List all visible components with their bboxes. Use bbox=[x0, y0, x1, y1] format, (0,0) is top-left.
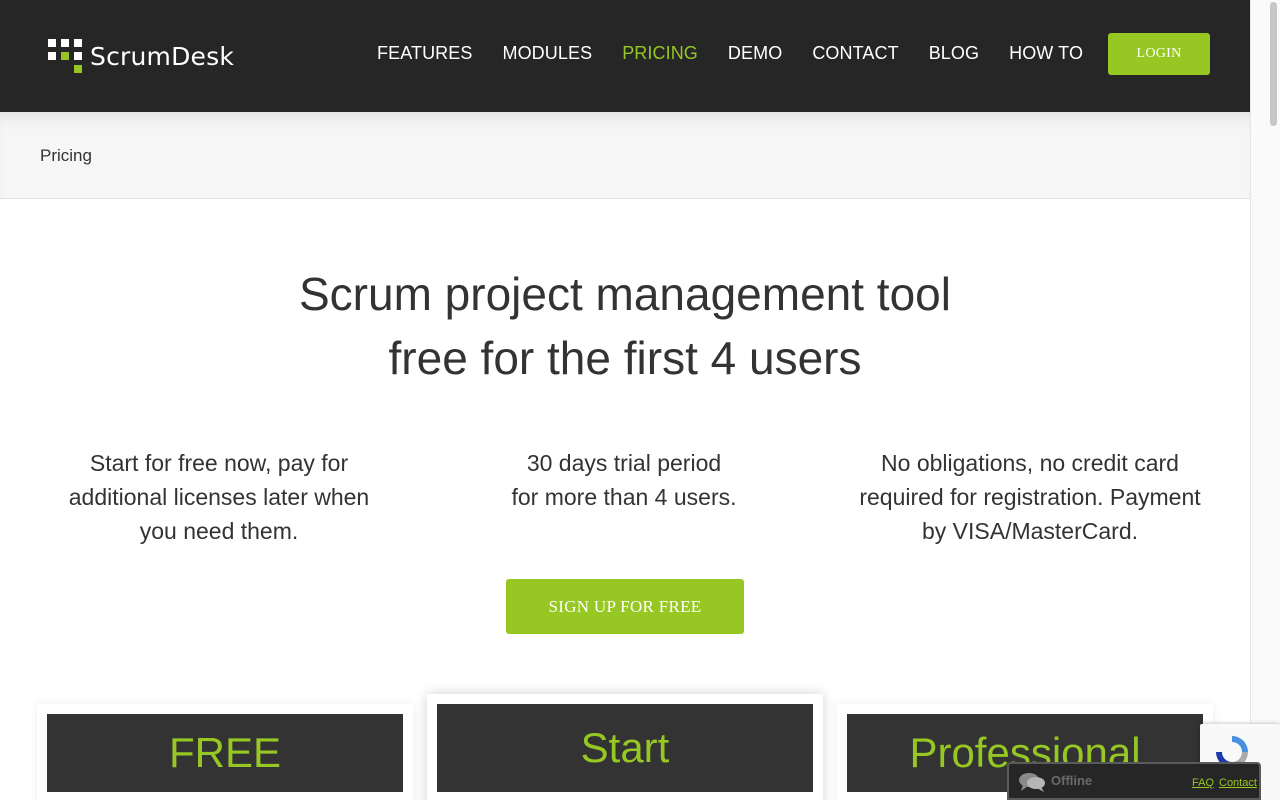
feature-text-line: for more than 4 users. bbox=[511, 484, 737, 510]
chat-bubbles-icon bbox=[1019, 773, 1045, 792]
breadcrumb: Pricing bbox=[0, 112, 1250, 199]
chat-contact-link[interactable]: Contact bbox=[1219, 777, 1257, 789]
feature-text-line: additional licenses later when bbox=[68, 484, 370, 510]
feature-text-line: 30 days trial period bbox=[526, 450, 722, 476]
signup-button[interactable]: SIGN UP FOR FREE bbox=[506, 579, 744, 634]
login-button[interactable]: LOGIN bbox=[1108, 33, 1210, 75]
chat-status: Offline bbox=[1051, 773, 1093, 788]
scrollbar[interactable] bbox=[1250, 0, 1280, 800]
chat-widget[interactable]: Offline FAQ Contact bbox=[1007, 762, 1261, 800]
nav-item-blog[interactable]: BLOG bbox=[914, 43, 994, 64]
feature-text-line: by VISA/MasterCard. bbox=[921, 518, 1139, 544]
nav-item-features[interactable]: FEATURES bbox=[362, 43, 487, 64]
feature-trial: 30 days trial period for more than 4 use… bbox=[445, 446, 803, 514]
feature-text-line: Start for free now, pay for bbox=[89, 450, 349, 476]
page-title: Scrum project management tool free for t… bbox=[0, 262, 1250, 390]
main-nav: FEATURES MODULES PRICING DEMO CONTACT BL… bbox=[362, 30, 1098, 76]
page-title-line-1: Scrum project management tool bbox=[299, 268, 951, 320]
feature-text-line: No obligations, no credit card bbox=[881, 450, 1179, 476]
chat-faq-link[interactable]: FAQ bbox=[1192, 777, 1214, 789]
nav-item-modules[interactable]: MODULES bbox=[487, 43, 607, 64]
scrumdesk-logo-icon bbox=[48, 39, 82, 73]
breadcrumb-current: Pricing bbox=[40, 146, 92, 165]
plan-card-start: Start bbox=[427, 694, 823, 800]
nav-item-demo[interactable]: DEMO bbox=[713, 43, 797, 64]
page-title-line-2: free for the first 4 users bbox=[388, 332, 862, 384]
plan-name: Start bbox=[437, 704, 813, 792]
feature-no-obligations: No obligations, no credit card required … bbox=[840, 446, 1220, 548]
logo[interactable]: ScrumDesk bbox=[48, 38, 234, 74]
feature-text-line: you need them. bbox=[139, 518, 299, 544]
logo-text: ScrumDesk bbox=[90, 41, 235, 71]
site-header: ScrumDesk FEATURES MODULES PRICING DEMO … bbox=[0, 0, 1250, 112]
feature-free-start: Start for free now, pay for additional l… bbox=[40, 446, 398, 548]
nav-item-how-to[interactable]: HOW TO bbox=[994, 43, 1098, 64]
plan-name: FREE bbox=[47, 714, 403, 792]
nav-item-contact[interactable]: CONTACT bbox=[797, 43, 913, 64]
scrollbar-thumb[interactable] bbox=[1270, 2, 1277, 126]
plan-card-free: FREE bbox=[37, 704, 413, 800]
feature-text-line: required for registration. Payment bbox=[859, 484, 1201, 510]
nav-item-pricing[interactable]: PRICING bbox=[607, 43, 713, 64]
